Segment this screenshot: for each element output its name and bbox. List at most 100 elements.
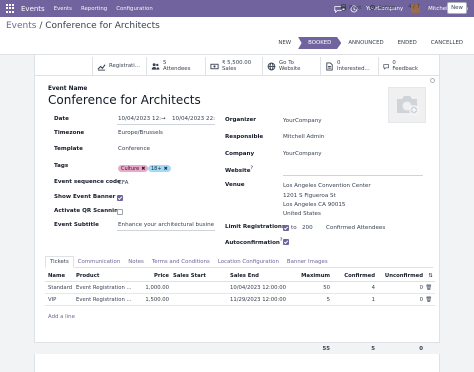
col-sales-start[interactable]: Sales Start (173, 273, 206, 279)
pager-prev-icon[interactable]: ‹ (427, 4, 429, 10)
arrow-right-icon: ➞ (161, 116, 166, 122)
col-name[interactable]: Name (48, 273, 65, 279)
interested-label: Interested... (337, 66, 370, 72)
stage-booked[interactable]: BOOKED (298, 37, 342, 49)
ticket-product[interactable]: Event Registration ... (76, 285, 132, 291)
breadcrumb-separator: / (36, 21, 46, 31)
event-name-input[interactable]: Conference for Architects (48, 93, 201, 107)
tag-remove-icon[interactable]: ✖ (141, 166, 145, 172)
pager-value[interactable]: 4 / 7 (408, 4, 420, 10)
ticket-name[interactable]: VIP (48, 297, 56, 303)
venue-street: 1201 S Figueroa St (283, 193, 336, 199)
stage-ended[interactable]: ENDED (391, 37, 424, 49)
ticket-maximum[interactable]: 50 (323, 285, 330, 291)
apps-menu-icon[interactable] (6, 4, 15, 13)
ticket-sales-end[interactable]: 10/04/2023 12:00:00 (230, 285, 286, 291)
table-row[interactable]: Standard Event Registration ... 1,000.00… (45, 282, 435, 294)
trash-icon[interactable]: 🗑 (425, 285, 432, 291)
pager-next-icon[interactable]: › (435, 4, 437, 10)
organizer-field[interactable]: YourCompany (283, 118, 322, 124)
tag-18plus[interactable]: 18+ ✖ (148, 165, 171, 172)
attendees-button[interactable]: 5 Attendees (146, 57, 205, 75)
autoconfirmation-label-text: Autoconfirmation (225, 239, 280, 246)
timezone-label: Timezone (54, 130, 85, 136)
tag-culture[interactable]: Culture ✖ (118, 165, 149, 172)
menu-configuration[interactable]: Configuration (116, 6, 153, 12)
ticket-price[interactable]: 1,000.00 (145, 285, 169, 291)
tab-location[interactable]: Location Configuration (214, 256, 283, 268)
tag-remove-icon[interactable]: ✖ (164, 166, 168, 172)
ticket-name[interactable]: Standard (48, 285, 72, 291)
venue-name[interactable]: Los Angeles Convention Center (283, 183, 371, 189)
event-subtitle-input[interactable]: Enhance your architectural busine (118, 222, 214, 228)
stage-announced[interactable]: ANNOUNCED (341, 37, 390, 49)
tab-communication[interactable]: Communication (74, 256, 125, 268)
new-button[interactable]: New (447, 2, 467, 14)
sales-button[interactable]: ₹ 5,500.00 Sales (205, 57, 262, 75)
app-name[interactable]: Events (21, 5, 45, 13)
tab-notes[interactable]: Notes (124, 256, 148, 268)
ticket-maximum[interactable]: 5 (327, 297, 330, 303)
feedback-button[interactable]: 0 Feedback (378, 57, 422, 75)
trash-icon[interactable]: 🗑 (425, 297, 432, 303)
table-row[interactable]: VIP Event Registration ... 1,500.00 11/2… (45, 294, 435, 306)
col-confirmed[interactable]: Confirmed (344, 273, 375, 279)
stage-statusbar: NEW BOOKED ANNOUNCED ENDED CANCELLED (271, 37, 470, 49)
ticket-unconfirmed: 0 (419, 297, 423, 303)
event-image-placeholder[interactable] (388, 87, 426, 123)
stage-new[interactable]: NEW (271, 37, 298, 49)
ticket-confirmed: 1 (371, 297, 375, 303)
col-unconfirmed[interactable]: Unconfirmed (385, 273, 423, 279)
attendees-icon (151, 62, 160, 70)
ticket-product[interactable]: Event Registration ... (76, 297, 132, 303)
print-label: Print (349, 4, 362, 11)
print-icon (340, 4, 347, 11)
date-underline (117, 124, 215, 125)
ticket-price[interactable]: 1,500.00 (145, 297, 169, 303)
tag-culture-label: Culture (121, 165, 140, 172)
breadcrumb-parent[interactable]: Events (6, 21, 36, 31)
menu-events[interactable]: Events (54, 6, 72, 12)
event-banner-checkbox[interactable] (117, 195, 123, 201)
tab-banner-images[interactable]: Banner Images (283, 256, 332, 268)
col-product[interactable]: Product (76, 273, 99, 279)
limit-registrations-checkbox[interactable] (283, 225, 289, 231)
limit-value-input[interactable]: 200 (302, 225, 313, 231)
sidebar-toggle-icon[interactable] (430, 78, 435, 83)
website-button[interactable]: Go To Website (262, 57, 320, 75)
col-sales-end[interactable]: Sales End (230, 273, 259, 279)
company-field[interactable]: YourCompany (283, 151, 322, 157)
autoconfirmation-checkbox[interactable] (283, 239, 289, 245)
sequence-code-input[interactable]: CFA (118, 180, 128, 186)
qr-scanning-checkbox[interactable] (117, 209, 123, 215)
action-button[interactable]: Action (369, 4, 395, 11)
interested-button[interactable]: 0 Interested... (320, 57, 378, 75)
menu-reporting[interactable]: Reporting (81, 6, 107, 12)
add-line-link[interactable]: Add a line (48, 314, 75, 320)
event-subtitle-label: Event Subtitle (54, 222, 99, 228)
tab-tickets[interactable]: Tickets (45, 256, 74, 268)
col-maximum[interactable]: Maximum (301, 273, 330, 279)
venue-city: Los Angeles CA 90015 (283, 202, 346, 208)
template-field[interactable]: Conference (118, 146, 150, 152)
responsible-field[interactable]: Mitchell Admin (283, 134, 324, 140)
limit-suffix: Confirmed Attendees (326, 225, 386, 231)
ticket-sales-end[interactable]: 11/29/2023 12:00:00 (230, 297, 286, 303)
date-start-input[interactable]: 10/04/2023 12: (118, 116, 161, 122)
print-button[interactable]: Print (340, 4, 361, 11)
limit-to-text: to (291, 225, 297, 231)
stage-cancelled[interactable]: CANCELLED (424, 37, 470, 49)
website-line2: Website (279, 66, 301, 72)
smart-buttons-divider (34, 75, 440, 76)
action-label: Action (378, 4, 396, 11)
website-help-icon[interactable]: ? (250, 166, 253, 171)
timezone-select[interactable]: Europe/Brussels (118, 130, 163, 136)
registration-icon (97, 63, 106, 71)
column-settings-icon[interactable]: ⇅ (429, 273, 433, 279)
date-end-input[interactable]: 10/04/2023 22: (172, 116, 215, 122)
registrations-button[interactable]: Registrati... (92, 57, 146, 75)
tab-terms[interactable]: Terms and Conditions (148, 256, 214, 268)
breadcrumb: Events / Conference for Architects (6, 21, 160, 31)
limit-registrations-label: Limit Registrations (225, 224, 286, 230)
col-price[interactable]: Price (154, 273, 169, 279)
